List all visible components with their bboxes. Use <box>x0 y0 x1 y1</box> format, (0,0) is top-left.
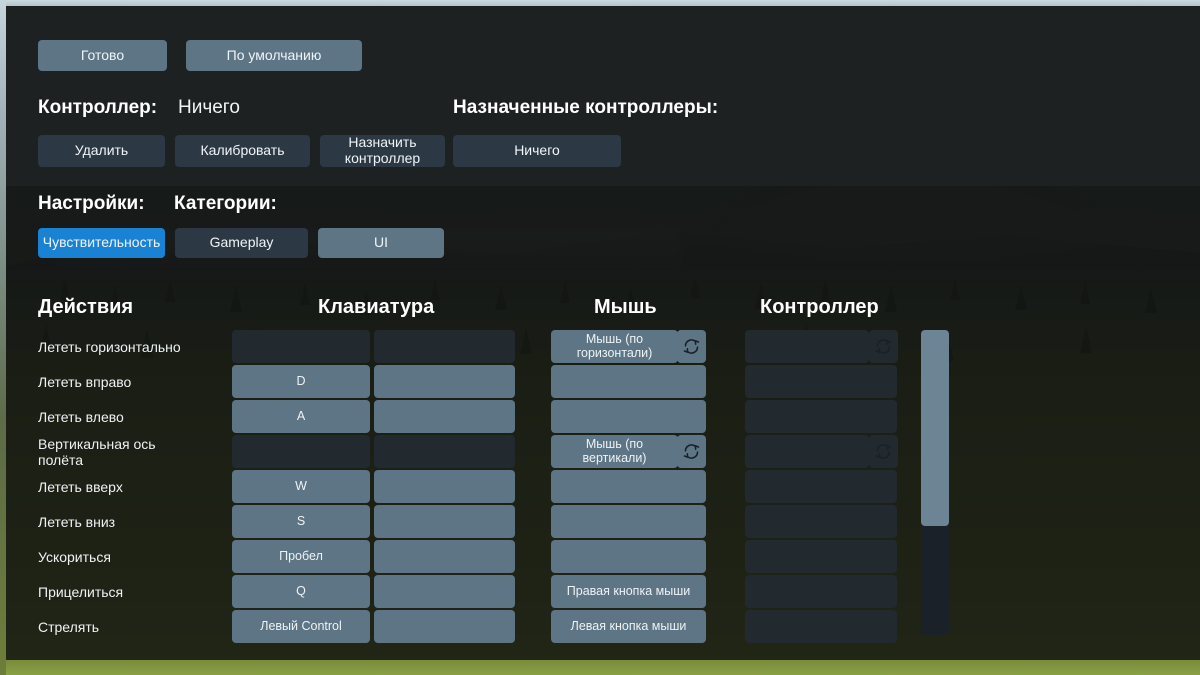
table-row: Прицелиться Q Правая кнопка мыши <box>0 575 1200 609</box>
calibrate-controller-button[interactable]: Калибровать <box>175 135 310 167</box>
mouse-binding[interactable] <box>551 365 706 398</box>
action-label: Стрелять <box>38 618 100 635</box>
table-row: Лететь вниз S <box>0 505 1200 539</box>
keyboard-binding-primary[interactable]: Q <box>232 575 370 608</box>
controller-binding[interactable] <box>745 505 897 538</box>
table-row: Ускориться Пробел <box>0 540 1200 574</box>
screen-left-edge <box>0 0 6 675</box>
mouse-binding[interactable] <box>551 400 706 433</box>
bindings-scrollbar-track[interactable] <box>921 330 949 635</box>
action-label: Прицелиться <box>38 583 124 600</box>
mouse-binding[interactable]: Мышь (по горизонтали) <box>551 330 678 363</box>
tab-sensitivity[interactable]: Чувствительность <box>38 228 165 258</box>
header-actions: Действия <box>38 296 134 318</box>
refresh-invert-icon[interactable] <box>869 330 898 363</box>
action-label: Лететь горизонтально <box>38 338 181 355</box>
settings-label: Настройки: <box>38 193 145 214</box>
bindings-rows: Лететь горизонтально Мышь (по горизонтали… <box>0 330 1200 645</box>
keyboard-binding-secondary[interactable] <box>374 540 515 573</box>
table-row: Лететь вправо D <box>0 365 1200 399</box>
controller-binding[interactable] <box>745 610 897 643</box>
keyboard-binding-secondary[interactable] <box>374 470 515 503</box>
controller-binding[interactable] <box>745 435 869 468</box>
assigned-controllers-label: Назначенные контроллеры: <box>453 97 719 118</box>
controller-binding[interactable] <box>745 330 869 363</box>
keyboard-binding-primary[interactable] <box>232 330 370 363</box>
action-label: Ускориться <box>38 548 111 565</box>
controller-binding[interactable] <box>745 365 897 398</box>
action-label: Лететь вверх <box>38 478 123 495</box>
top-toolbar: Готово По умолчанию <box>38 40 362 71</box>
keyboard-binding-primary[interactable]: Левый Control <box>232 610 370 643</box>
screen-top-edge <box>0 0 1200 6</box>
tab-ui[interactable]: UI <box>318 228 444 258</box>
tab-gameplay[interactable]: Gameplay <box>175 228 308 258</box>
controller-actions: Удалить Калибровать Назначить контроллер <box>38 134 445 167</box>
controller-binding[interactable] <box>745 540 897 573</box>
refresh-invert-icon[interactable] <box>869 435 898 468</box>
mouse-binding[interactable] <box>551 540 706 573</box>
refresh-invert-icon[interactable] <box>677 330 706 363</box>
keyboard-binding-secondary[interactable] <box>374 400 515 433</box>
done-button[interactable]: Готово <box>38 40 167 71</box>
controller-value: Ничего <box>178 97 240 118</box>
controller-binding[interactable] <box>745 470 897 503</box>
assigned-controller-slot[interactable]: Ничего <box>453 135 621 167</box>
keyboard-binding-secondary[interactable] <box>374 610 515 643</box>
keyboard-binding-primary[interactable]: W <box>232 470 370 503</box>
keyboard-binding-primary[interactable]: A <box>232 400 370 433</box>
refresh-invert-icon[interactable] <box>677 435 706 468</box>
action-label: Лететь вправо <box>38 373 132 390</box>
mouse-binding[interactable]: Правая кнопка мыши <box>551 575 706 608</box>
keyboard-binding-secondary[interactable] <box>374 330 515 363</box>
mouse-binding[interactable] <box>551 505 706 538</box>
table-row: Стрелять Левый Control Левая кнопка мыши <box>0 610 1200 644</box>
keyboard-binding-secondary[interactable] <box>374 575 515 608</box>
action-label: Лететь вниз <box>38 513 116 530</box>
categories-label: Категории: <box>174 193 277 214</box>
header-mouse: Мышь <box>594 296 657 318</box>
keyboard-binding-primary[interactable] <box>232 435 370 468</box>
controller-binding[interactable] <box>745 400 897 433</box>
assign-controller-button[interactable]: Назначить контроллер <box>320 134 445 167</box>
category-tabs: Чувствительность Gameplay UI <box>38 228 444 258</box>
action-label: Лететь влево <box>38 408 124 425</box>
table-row: Вертикальная ось полёта Мышь (по вертикал… <box>0 435 1200 469</box>
table-row: Лететь горизонтально Мышь (по горизонтали… <box>0 330 1200 364</box>
mouse-binding[interactable] <box>551 470 706 503</box>
keyboard-binding-secondary[interactable] <box>374 505 515 538</box>
table-row: Лететь вверх W <box>0 470 1200 504</box>
mouse-binding[interactable]: Мышь (по вертикали) <box>551 435 678 468</box>
delete-controller-button[interactable]: Удалить <box>38 135 165 167</box>
keyboard-binding-primary[interactable]: S <box>232 505 370 538</box>
game-options-screen: Готово По умолчанию Контроллер: Ничего Н… <box>0 0 1200 675</box>
controller-binding[interactable] <box>745 575 897 608</box>
bindings-table-header: Действия Клавиатура Мышь Контроллер <box>0 296 1200 322</box>
header-controller: Контроллер <box>760 296 879 318</box>
header-keyboard: Клавиатура <box>318 296 435 318</box>
mouse-binding[interactable]: Левая кнопка мыши <box>551 610 706 643</box>
keyboard-binding-secondary[interactable] <box>374 365 515 398</box>
action-label: Вертикальная ось полёта <box>38 435 156 468</box>
keyboard-binding-primary[interactable]: Пробел <box>232 540 370 573</box>
controller-label: Контроллер: <box>38 97 158 118</box>
keyboard-binding-primary[interactable]: D <box>232 365 370 398</box>
table-row: Лететь влево A <box>0 400 1200 434</box>
bindings-scrollbar-thumb[interactable] <box>921 330 949 526</box>
defaults-button[interactable]: По умолчанию <box>186 40 362 71</box>
keyboard-binding-secondary[interactable] <box>374 435 515 468</box>
